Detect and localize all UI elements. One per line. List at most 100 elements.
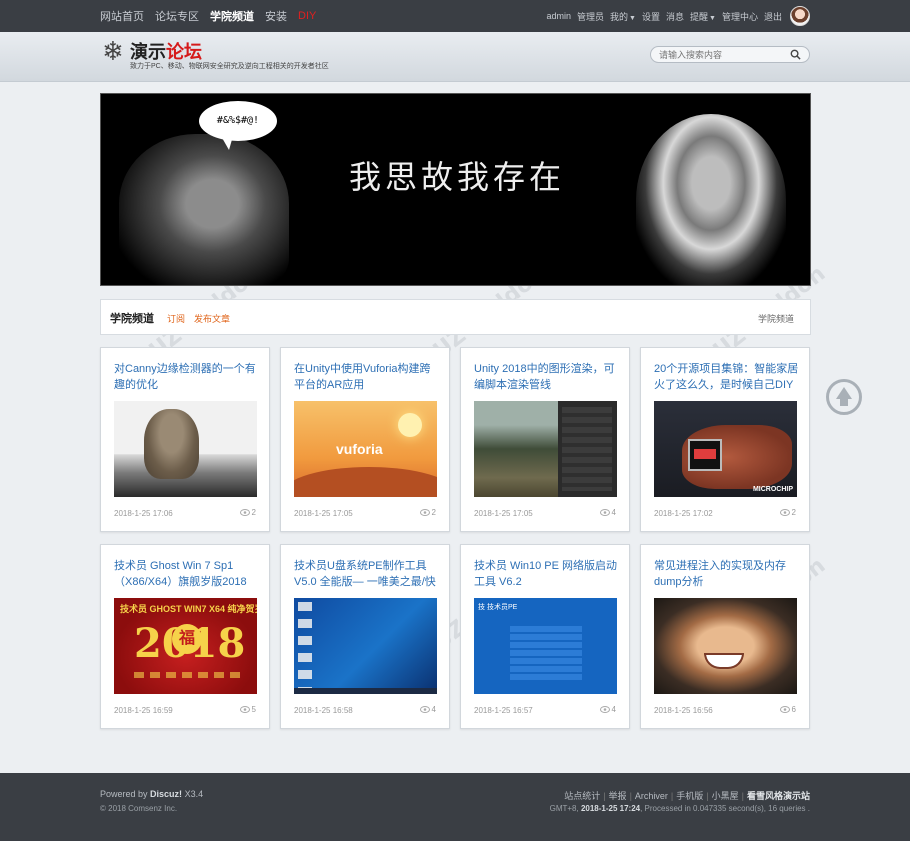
article-card[interactable]: 技术员 Win10 PE 网络版启动工具 V6.2 技 技术员PE 2018-1… — [460, 544, 630, 729]
article-thumbnail[interactable]: 技 技术员PE — [474, 598, 617, 694]
stats-prefix: GMT+8, — [549, 804, 579, 813]
user-menu: admin 管理员 我的▼ 设置 消息 提醒▼ 管理中心 退出 — [541, 0, 810, 32]
site-title-part2: 论坛 — [166, 42, 202, 62]
eye-icon — [239, 706, 250, 713]
article-title-link[interactable]: 技术员 Ghost Win 7 Sp1（X86/X64）旗舰岁版2018 — [114, 558, 260, 590]
article-card[interactable]: 技术员U盘系统PE制作工具 V5.0 全能版— 一唯美之最/快稳 2018-1-… — [280, 544, 450, 729]
view-count: 2 — [779, 508, 796, 517]
article-thumbnail[interactable] — [474, 401, 617, 497]
view-count-value: 4 — [611, 705, 616, 714]
avatar[interactable] — [790, 6, 810, 26]
article-title-link[interactable]: 技术员 Win10 PE 网络版启动工具 V6.2 — [474, 558, 620, 590]
stats-suffix: , Processed in 0.047335 second(s), 16 qu… — [640, 804, 810, 813]
powered-version: X3.4 — [184, 789, 204, 799]
search-icon[interactable] — [790, 49, 801, 60]
nav-diy[interactable]: DIY — [298, 10, 316, 22]
view-count-value: 2 — [431, 508, 436, 517]
article-title-link[interactable]: 常见进程注入的实现及内存dump分析 — [654, 558, 800, 590]
article-date: 2018-1-25 17:02 — [654, 509, 713, 518]
article-date: 2018-1-25 16:57 — [474, 706, 533, 715]
article-date: 2018-1-25 16:56 — [654, 706, 713, 715]
back-to-top-button[interactable] — [826, 379, 862, 415]
mine-dropdown[interactable]: 我的▼ — [610, 10, 636, 23]
top-navigation-bar: 网站首页 论坛专区 学院频道 安装 DIY admin 管理员 我的▼ 设置 消… — [0, 0, 910, 32]
search-input[interactable] — [659, 48, 779, 61]
publish-article-link[interactable]: 发布文章 — [194, 312, 230, 325]
desktop-icons — [298, 602, 312, 688]
settings-link[interactable]: 设置 — [642, 10, 660, 23]
messages-link[interactable]: 消息 — [666, 10, 684, 23]
footer-link-report[interactable]: 举报 — [609, 791, 627, 801]
stats-time: 2018-1-25 17:24 — [580, 804, 641, 813]
nav-forum[interactable]: 论坛专区 — [155, 8, 199, 24]
sun-shape — [398, 413, 422, 437]
smile-shape — [704, 653, 744, 669]
footer-link-blackroom[interactable]: 小黑屋 — [712, 791, 739, 801]
nav-academy[interactable]: 学院频道 — [210, 8, 254, 24]
eye-icon — [779, 509, 790, 516]
footer-link-mobile[interactable]: 手机版 — [676, 791, 703, 801]
eye-icon — [779, 706, 790, 713]
view-count-value: 4 — [431, 705, 436, 714]
notify-dropdown[interactable]: 提醒▼ — [690, 10, 716, 23]
search-box — [650, 46, 810, 63]
article-card[interactable]: 技术员 Ghost Win 7 Sp1（X86/X64）旗舰岁版2018 技术员… — [100, 544, 270, 729]
article-title-link[interactable]: 20个开源项目集锦：智能家居火了这么久，是时候自己DIY了 — [654, 361, 800, 393]
subscribe-link[interactable]: 订阅 — [167, 312, 185, 325]
chevron-down-icon: ▼ — [709, 14, 716, 22]
nav-home[interactable]: 网站首页 — [100, 8, 144, 24]
footer-link-stats[interactable]: 站点统计 — [564, 791, 600, 801]
pe-header-text: 技 技术员PE — [478, 604, 518, 611]
article-card[interactable]: 对Canny边缘检测器的一个有趣的优化 2018-1-25 17:06 2 — [100, 347, 270, 532]
arrow-up-icon-stem — [840, 398, 848, 406]
view-count: 2 — [419, 508, 436, 517]
article-card[interactable]: 常见进程注入的实现及内存dump分析 2018-1-25 16:56 6 — [640, 544, 810, 729]
breadcrumb[interactable]: 学院频道 — [758, 312, 794, 325]
snowflake-icon: ❄ — [102, 36, 124, 66]
article-card[interactable]: Unity 2018中的图形渲染，可编脚本渲染管线 2018-1-25 17:0… — [460, 347, 630, 532]
logout-link[interactable]: 退出 — [764, 10, 782, 23]
admin-link[interactable]: 管理员 — [577, 10, 604, 23]
mine-label: 我的 — [610, 11, 629, 22]
eye-icon — [419, 706, 430, 713]
site-footer: Powered by Discuz! X3.4 © 2018 Comsenz I… — [0, 773, 910, 841]
taskbar — [294, 688, 437, 694]
watch-face — [688, 439, 722, 471]
article-card[interactable]: 20个开源项目集锦：智能家居火了这么久，是时候自己DIY了 MICROCHIP … — [640, 347, 810, 532]
article-title-link[interactable]: 技术员U盘系统PE制作工具 V5.0 全能版— 一唯美之最/快稳 — [294, 558, 440, 590]
article-title-link[interactable]: 在Unity中使用Vuforia构建跨平台的AR应用 — [294, 361, 440, 393]
article-thumbnail[interactable]: MICROCHIP — [654, 401, 797, 497]
hill-shape — [294, 467, 437, 497]
article-thumbnail[interactable] — [114, 401, 257, 497]
speech-bubble: #&%$#@! — [199, 101, 277, 141]
speech-bubble-tail — [221, 136, 233, 150]
view-count-value: 2 — [791, 508, 796, 517]
watch-brand-text: MICROCHIP — [752, 486, 793, 493]
footer-stats: GMT+8, 2018-1-25 17:24, Processed in 0.0… — [550, 804, 810, 813]
site-title-part1: 演示 — [130, 42, 166, 62]
article-thumbnail[interactable] — [294, 598, 437, 694]
article-thumbnail[interactable]: vuforia — [294, 401, 437, 497]
hero-banner[interactable]: #&%$#@! 我思故我存在 — [100, 93, 811, 286]
article-date: 2018-1-25 16:59 — [114, 706, 173, 715]
nav-install[interactable]: 安装 — [265, 8, 287, 24]
article-thumbnail[interactable] — [654, 598, 797, 694]
article-title-link[interactable]: 对Canny边缘检测器的一个有趣的优化 — [114, 361, 260, 393]
site-logo[interactable]: ❄ 演示论坛 致力于PC、移动、物联网安全研究及逆向工程相关的开发者社区 — [100, 36, 329, 70]
article-thumbnail[interactable]: 技术员 GHOST WIN7 X64 纯净贺岁版 2018 福 — [114, 598, 257, 694]
username-link[interactable]: admin — [547, 11, 572, 21]
article-date: 2018-1-25 17:05 — [294, 509, 353, 518]
view-count-value: 6 — [791, 705, 796, 714]
admin-center-link[interactable]: 管理中心 — [722, 10, 758, 23]
channel-header: 学院频道 订阅 发布文章 学院频道 — [100, 299, 811, 335]
footer-link-style-demo[interactable]: 看雪风格演示站 — [747, 791, 810, 801]
article-date: 2018-1-25 17:06 — [114, 509, 173, 518]
footer-link-archiver[interactable]: Archiver — [635, 791, 668, 801]
article-card[interactable]: 在Unity中使用Vuforia构建跨平台的AR应用 vuforia 2018-… — [280, 347, 450, 532]
eye-icon — [599, 706, 610, 713]
eye-icon — [239, 509, 250, 516]
view-count: 6 — [779, 705, 796, 714]
discuz-link[interactable]: Discuz! — [150, 789, 182, 799]
lynx-shape — [144, 409, 199, 479]
article-title-link[interactable]: Unity 2018中的图形渲染，可编脚本渲染管线 — [474, 361, 620, 393]
